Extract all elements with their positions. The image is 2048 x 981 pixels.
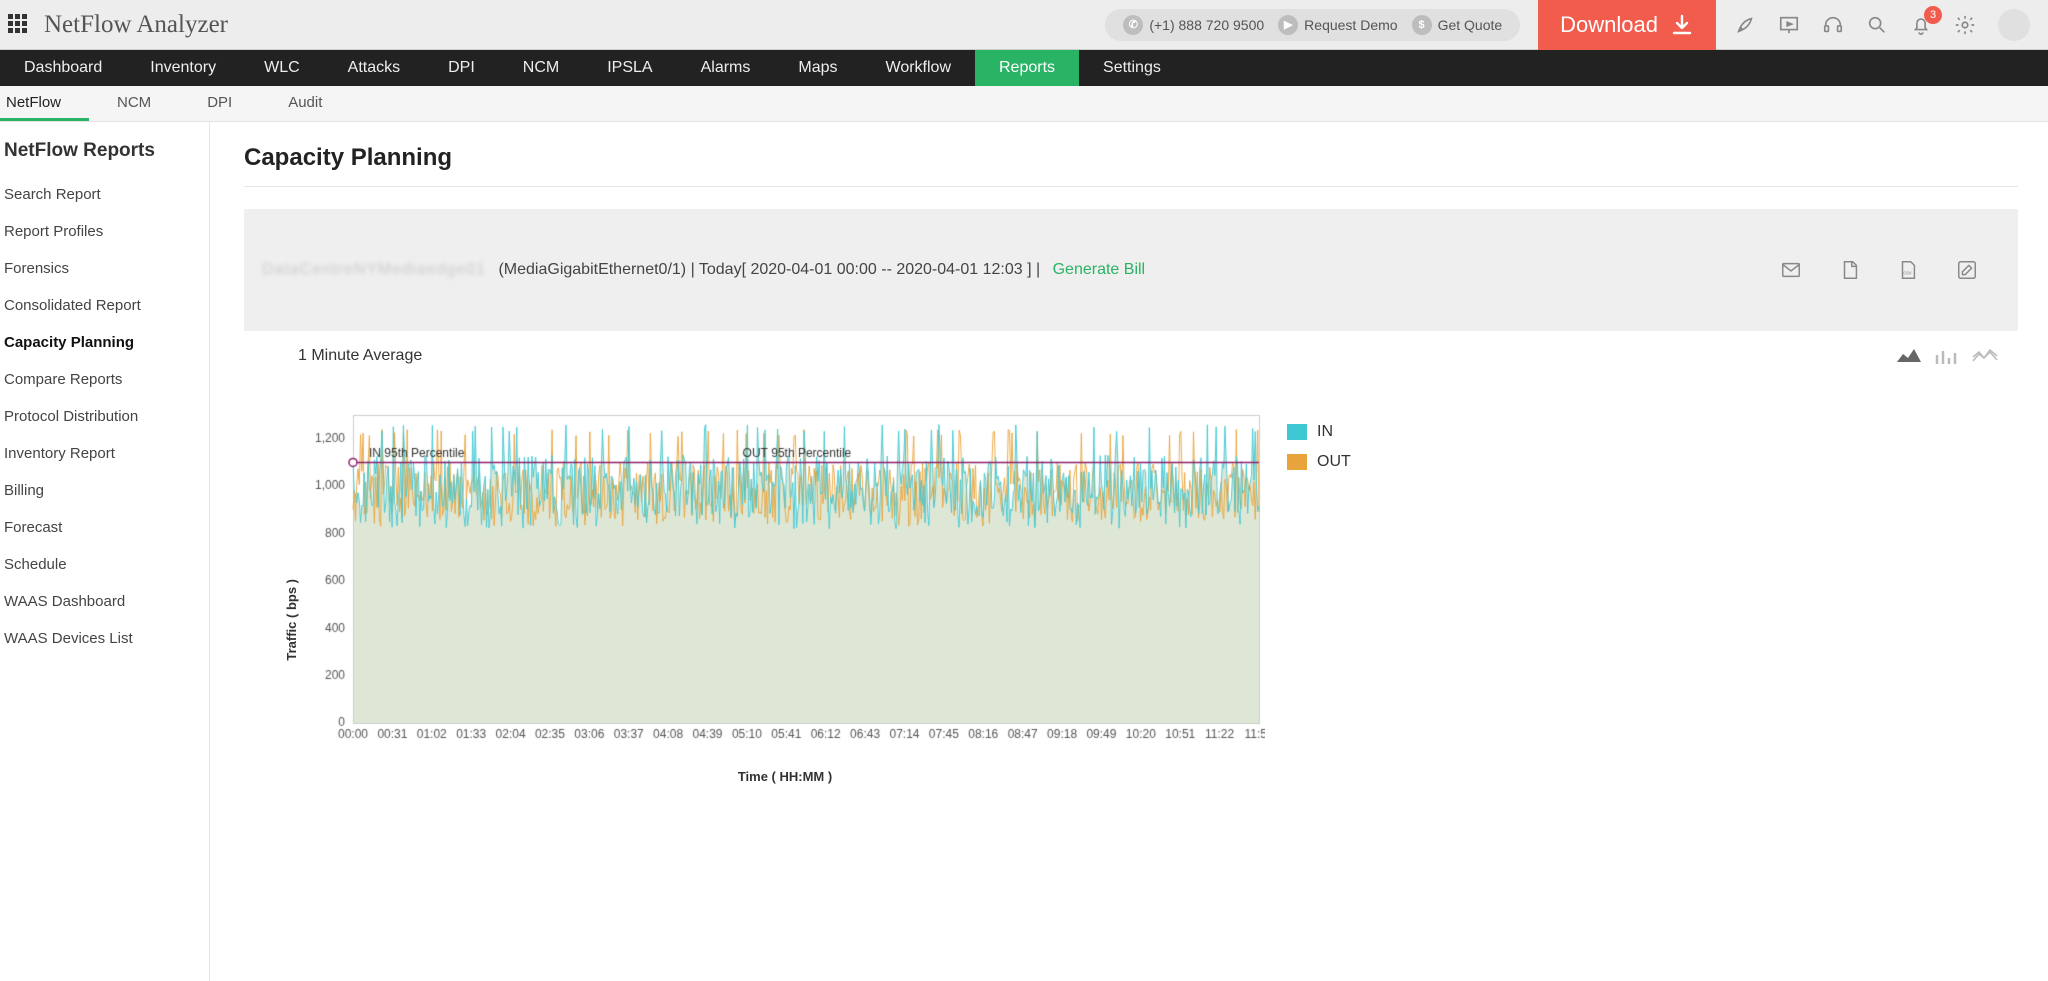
sidebar-title: NetFlow Reports [0, 140, 209, 176]
chart-legend: IN OUT [1265, 395, 1351, 784]
product-title: NetFlow Analyzer [44, 11, 228, 39]
download-label: Download [1560, 12, 1658, 38]
sidebar-item-report-profiles[interactable]: Report Profiles [0, 213, 209, 250]
device-name-masked: DataCentreNYMediaedge01 [262, 261, 486, 279]
sidebar: NetFlow Reports Search ReportReport Prof… [0, 122, 210, 981]
nav-inventory[interactable]: Inventory [126, 50, 240, 86]
apps-grid-icon[interactable] [8, 14, 30, 36]
report-info-bar: DataCentreNYMediaedge01 (MediaGigabitEth… [244, 209, 2018, 331]
svg-text:csv: csv [1904, 271, 1913, 277]
sub-nav: NetFlowNCMDPIAudit [0, 86, 2048, 122]
notification-badge: 3 [1924, 6, 1942, 24]
subnav-netflow[interactable]: NetFlow [0, 86, 89, 121]
sidebar-item-waas-devices-list[interactable]: WAAS Devices List [0, 620, 209, 657]
sidebar-item-waas-dashboard[interactable]: WAAS Dashboard [0, 583, 209, 620]
contact-pill: ✆ (+1) 888 720 9500 ▶ Request Demo $ Get… [1105, 9, 1520, 41]
sidebar-item-capacity-planning[interactable]: Capacity Planning [0, 324, 209, 361]
download-button[interactable]: Download [1538, 0, 1716, 50]
chart-header: 1 Minute Average [244, 337, 2018, 375]
plot-wrap: Time ( HH:MM ) [305, 395, 1265, 784]
get-quote-link[interactable]: $ Get Quote [1412, 15, 1503, 35]
nav-wlc[interactable]: WLC [240, 50, 324, 86]
phone-icon: ✆ [1123, 15, 1143, 35]
sidebar-item-compare-reports[interactable]: Compare Reports [0, 361, 209, 398]
topbar: NetFlow Analyzer ✆ (+1) 888 720 9500 ▶ R… [0, 0, 2048, 50]
chart-type-toggle [1896, 347, 1998, 365]
swatch-in [1287, 424, 1307, 440]
nav-alarms[interactable]: Alarms [677, 50, 775, 86]
rocket-icon[interactable] [1734, 14, 1756, 36]
topbar-icon-group: 3 [1716, 9, 2048, 41]
csv-icon[interactable]: csv [1897, 223, 1941, 317]
sidebar-item-protocol-distribution[interactable]: Protocol Distribution [0, 398, 209, 435]
page-title: Capacity Planning [244, 144, 2018, 172]
legend-out[interactable]: OUT [1287, 453, 1351, 471]
generate-bill-link[interactable]: Generate Bill [1053, 261, 1146, 279]
avatar[interactable] [1998, 9, 2030, 41]
sidebar-item-inventory-report[interactable]: Inventory Report [0, 435, 209, 472]
edit-icon[interactable] [1956, 223, 2000, 317]
demo-icon: ▶ [1278, 15, 1298, 35]
legend-out-label: OUT [1317, 453, 1351, 471]
legend-in-label: IN [1317, 423, 1333, 441]
nav-workflow[interactable]: Workflow [862, 50, 976, 86]
search-icon[interactable] [1866, 14, 1888, 36]
sidebar-item-schedule[interactable]: Schedule [0, 546, 209, 583]
presentation-icon[interactable] [1778, 14, 1800, 36]
subnav-ncm[interactable]: NCM [89, 86, 179, 121]
email-icon[interactable] [1780, 223, 1824, 317]
sidebar-item-forecast[interactable]: Forecast [0, 509, 209, 546]
title-divider [244, 186, 2018, 187]
chart-type-line-icon[interactable] [1972, 347, 1998, 365]
nav-reports[interactable]: Reports [975, 50, 1079, 86]
nav-ipsla[interactable]: IPSLA [583, 50, 676, 86]
phone-link[interactable]: ✆ (+1) 888 720 9500 [1123, 15, 1264, 35]
main-nav: DashboardInventoryWLCAttacksDPINCMIPSLAA… [0, 50, 2048, 86]
y-axis-label: Traffic ( bps ) [284, 519, 299, 661]
quote-text: Get Quote [1438, 17, 1503, 33]
nav-dpi[interactable]: DPI [424, 50, 499, 86]
report-action-icons: csv [1780, 223, 2000, 317]
pdf-icon[interactable] [1839, 223, 1883, 317]
headset-icon[interactable] [1822, 14, 1844, 36]
chart-type-area-icon[interactable] [1896, 347, 1922, 365]
x-axis-label: Time ( HH:MM ) [305, 769, 1265, 784]
sidebar-item-consolidated-report[interactable]: Consolidated Report [0, 287, 209, 324]
demo-text: Request Demo [1304, 17, 1397, 33]
subnav-dpi[interactable]: DPI [179, 86, 260, 121]
nav-maps[interactable]: Maps [774, 50, 861, 86]
quote-icon: $ [1412, 15, 1432, 35]
chart-type-bar-icon[interactable] [1934, 347, 1960, 365]
nav-settings[interactable]: Settings [1079, 50, 1185, 86]
sidebar-item-forensics[interactable]: Forensics [0, 250, 209, 287]
traffic-chart[interactable] [305, 395, 1265, 765]
request-demo-link[interactable]: ▶ Request Demo [1278, 15, 1397, 35]
legend-in[interactable]: IN [1287, 423, 1351, 441]
nav-ncm[interactable]: NCM [499, 50, 583, 86]
report-info-text: (MediaGigabitEthernet0/1) | Today[ 2020-… [494, 261, 1045, 279]
chart-zone: Traffic ( bps ) Time ( HH:MM ) IN OUT [244, 375, 2018, 784]
bell-icon[interactable]: 3 [1910, 14, 1932, 36]
nav-dashboard[interactable]: Dashboard [0, 50, 126, 86]
chart-title: 1 Minute Average [298, 347, 422, 365]
swatch-out [1287, 454, 1307, 470]
phone-text: (+1) 888 720 9500 [1149, 17, 1264, 33]
sidebar-item-search-report[interactable]: Search Report [0, 176, 209, 213]
nav-attacks[interactable]: Attacks [324, 50, 424, 86]
content-area: Capacity Planning DataCentreNYMediaedge0… [210, 122, 2048, 981]
subnav-audit[interactable]: Audit [260, 86, 350, 121]
sidebar-item-billing[interactable]: Billing [0, 472, 209, 509]
download-icon [1670, 13, 1694, 37]
gear-icon[interactable] [1954, 14, 1976, 36]
